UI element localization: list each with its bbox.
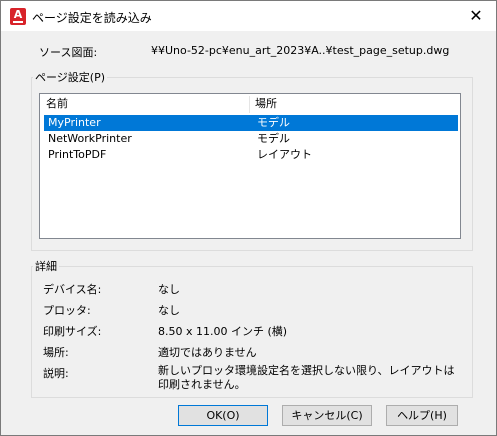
- list-item-location: モデル: [257, 116, 290, 129]
- device-name-value: なし: [158, 283, 180, 296]
- close-icon[interactable]: ✕: [456, 1, 496, 31]
- list-item[interactable]: NetWorkPrinter モデル: [44, 131, 458, 147]
- location-label: 場所:: [43, 346, 69, 359]
- list-item-name: PrintToPDF: [48, 148, 107, 161]
- cancel-button[interactable]: キャンセル(C): [282, 405, 372, 426]
- source-drawing-label: ソース図面:: [39, 46, 98, 59]
- list-item-name: NetWorkPrinter: [48, 132, 132, 145]
- column-separator[interactable]: [249, 96, 250, 113]
- plotter-value: なし: [158, 304, 180, 317]
- source-drawing-path: ¥¥Uno-52-pc¥enu_art_2023¥A..¥test_page_s…: [151, 44, 450, 57]
- column-header-location[interactable]: 場所: [255, 94, 277, 116]
- ok-button[interactable]: OK(O): [178, 405, 268, 426]
- autocad-app-icon: A: [10, 8, 26, 25]
- window-title: ページ設定を読み込み: [32, 11, 152, 25]
- description-value: 新しいプロッタ環境設定名を選択しない限り、レイアウトは印刷されません。: [158, 364, 455, 391]
- plotter-label: プロッタ:: [43, 304, 91, 317]
- description-label: 説明:: [43, 367, 69, 380]
- list-item-name: MyPrinter: [48, 116, 101, 129]
- location-value: 適切ではありません: [158, 346, 257, 359]
- load-page-setup-dialog: A ページ設定を読み込み ✕ ソース図面: ¥¥Uno-52-pc¥enu_ar…: [0, 0, 497, 436]
- device-name-label: デバイス名:: [43, 283, 102, 296]
- list-item-location: モデル: [257, 132, 290, 145]
- list-item[interactable]: PrintToPDF レイアウト: [44, 147, 458, 163]
- paper-size-label: 印刷サイズ:: [43, 325, 102, 338]
- column-header-name[interactable]: 名前: [46, 94, 68, 116]
- page-setups-group-label: ページ設定(P): [33, 69, 107, 85]
- list-item-location: レイアウト: [257, 148, 312, 161]
- page-setups-list[interactable]: 名前 場所 MyPrinter モデル NetWorkPrinter モデル P…: [39, 93, 461, 239]
- help-button[interactable]: ヘルプ(H): [386, 405, 458, 426]
- details-group-label: 詳細: [33, 258, 59, 274]
- list-item[interactable]: MyPrinter モデル: [44, 115, 458, 131]
- title-bar: A ページ設定を読み込み ✕: [1, 1, 496, 31]
- paper-size-value: 8.50 x 11.00 インチ (横): [158, 325, 288, 338]
